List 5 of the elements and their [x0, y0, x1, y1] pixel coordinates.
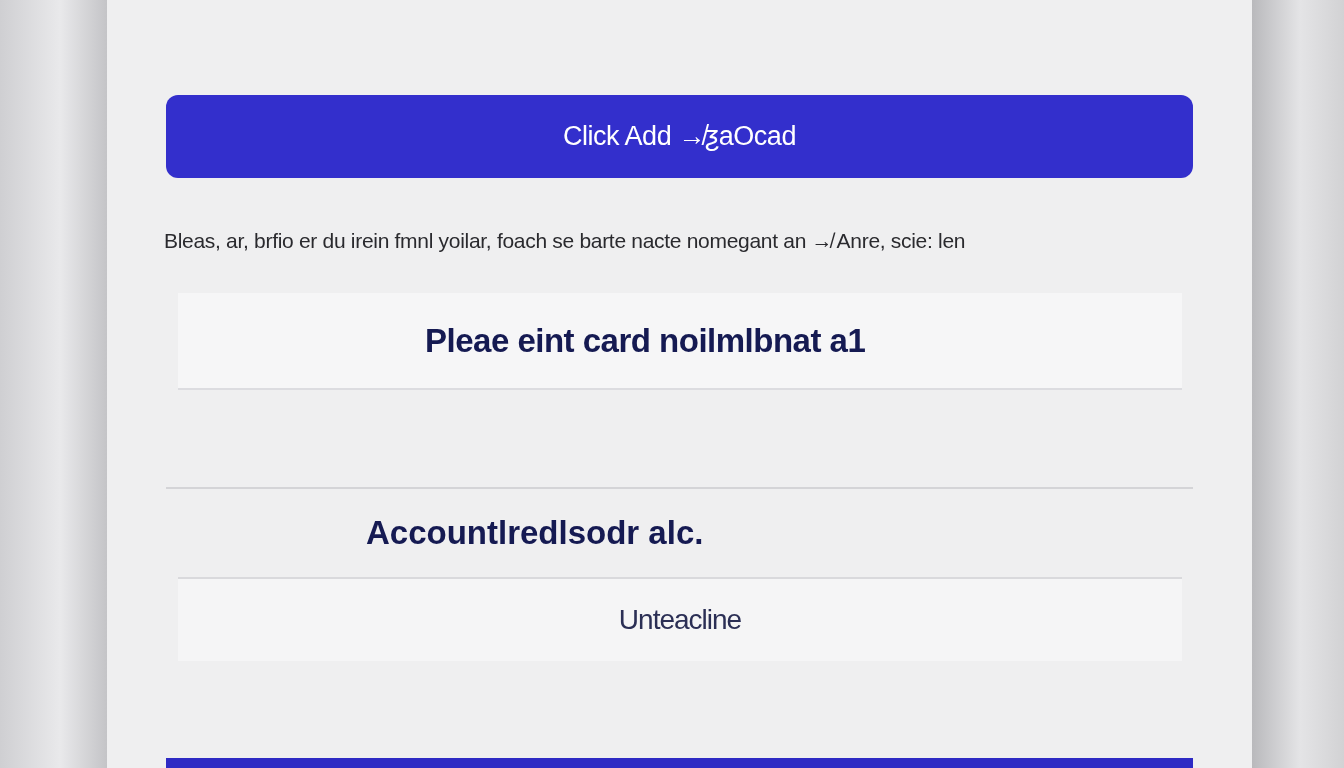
card-number-field[interactable]: Pleae eint card noilmlbnat a1: [178, 293, 1182, 390]
instruction-text: Bleas, ar, brfio er du irein fmnl yoilar, foach se barte nacte nomegant an ↛ Anre, scie: len: [164, 228, 967, 254]
add-card-button[interactable]: Click Add ↛ƺaOcad: [166, 95, 1193, 178]
account-field[interactable]: Unteacline: [178, 577, 1182, 661]
section-heading: Accountlredlsodr alc.: [366, 514, 704, 552]
